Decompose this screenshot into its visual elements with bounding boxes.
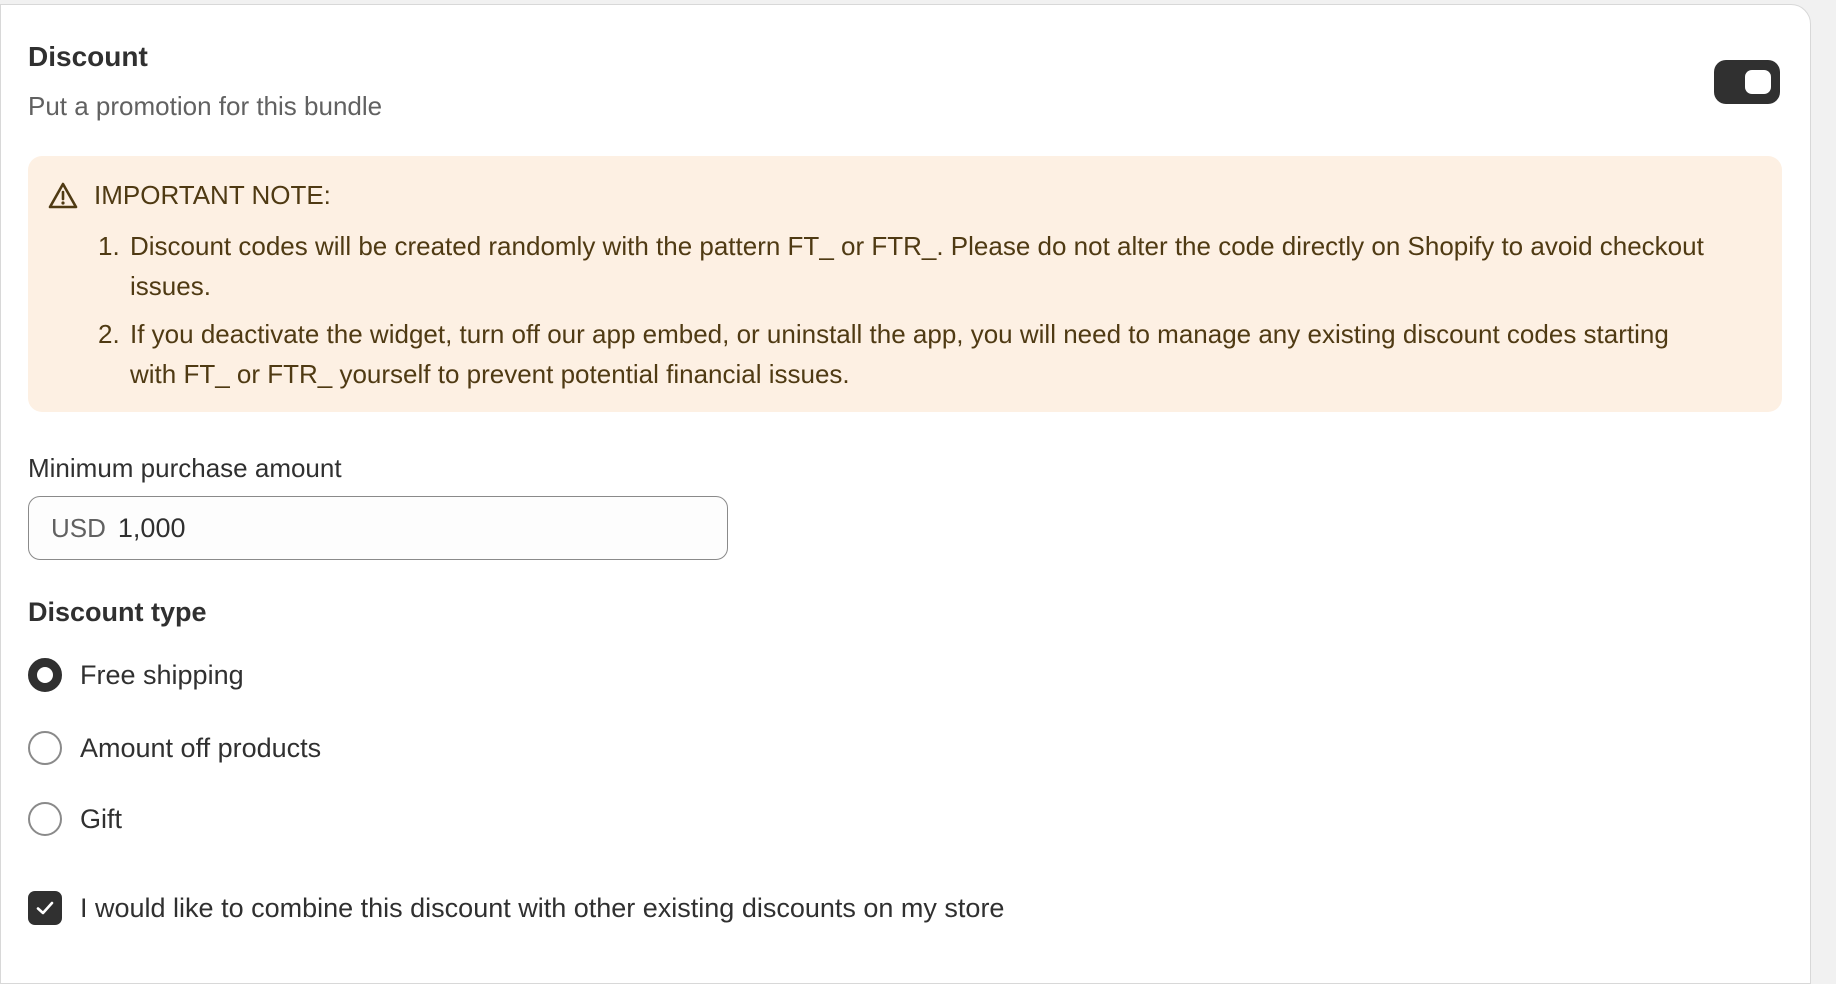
combine-checkbox[interactable]	[28, 891, 62, 925]
radio-gift[interactable]: Gift	[28, 802, 122, 836]
toggle-knob	[1745, 70, 1771, 94]
minimum-purchase-field[interactable]: USD	[28, 496, 728, 560]
combine-label: I would like to combine this discount wi…	[80, 892, 1005, 923]
currency-prefix: USD	[51, 512, 106, 543]
discount-card: Discount Put a promotion for this bundle…	[0, 4, 1811, 984]
discount-title: Discount	[28, 41, 148, 72]
minimum-purchase-input[interactable]	[117, 512, 678, 544]
banner-header: IMPORTANT NOTE:	[48, 180, 331, 211]
note-item-number: 1.	[98, 231, 120, 261]
radio-label: Gift	[80, 803, 123, 834]
radio-button-selected[interactable]	[28, 658, 62, 692]
radio-button[interactable]	[28, 802, 62, 836]
note-item: 1. Discount codes will be created random…	[98, 226, 1722, 306]
note-item-text: Discount codes will be created randomly …	[130, 231, 1704, 301]
important-note-banner: IMPORTANT NOTE: 1. Discount codes will b…	[28, 156, 1782, 412]
note-list: 1. Discount codes will be created random…	[98, 226, 1722, 402]
discount-toggle[interactable]	[1714, 60, 1780, 104]
banner-title: IMPORTANT NOTE:	[94, 180, 331, 210]
note-item: 2. If you deactivate the widget, turn of…	[98, 314, 1722, 394]
radio-label: Amount off products	[80, 732, 322, 763]
radio-free-shipping[interactable]: Free shipping	[28, 658, 244, 692]
checkmark-icon	[36, 901, 54, 915]
discount-subtitle: Put a promotion for this bundle	[28, 91, 383, 121]
radio-amount-off-products[interactable]: Amount off products	[28, 731, 321, 765]
combine-discounts-option[interactable]: I would like to combine this discount wi…	[28, 891, 1004, 925]
note-item-number: 2.	[98, 319, 120, 349]
radio-label: Free shipping	[80, 659, 244, 690]
discount-header: Discount Put a promotion for this bundle	[28, 41, 1780, 122]
radio-button[interactable]	[28, 731, 62, 765]
minimum-purchase-label: Minimum purchase amount	[28, 453, 342, 483]
discount-type-title: Discount type	[28, 597, 207, 627]
warning-triangle-icon	[48, 181, 78, 211]
note-item-text: If you deactivate the widget, turn off o…	[130, 319, 1669, 389]
